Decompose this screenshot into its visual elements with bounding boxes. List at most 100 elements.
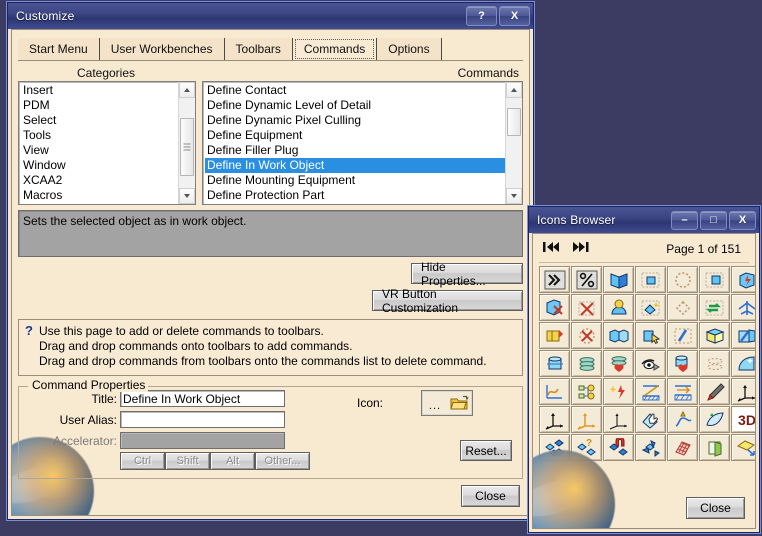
icon-cell[interactable] [635, 406, 666, 433]
shift-button[interactable]: Shift [165, 452, 210, 470]
icon-cell[interactable] [731, 266, 755, 293]
scrollbar-thumb[interactable] [180, 118, 194, 176]
close-button[interactable]: X [729, 210, 756, 230]
scroll-down-arrow[interactable] [179, 188, 195, 204]
icon-cell[interactable] [667, 294, 698, 321]
icon-cell[interactable] [571, 266, 602, 293]
icon-cell[interactable] [699, 378, 730, 405]
user-alias-input[interactable] [120, 411, 285, 428]
list-item-selected[interactable]: Define In Work Object [205, 158, 505, 173]
icon-open-folder-button[interactable] [447, 392, 472, 414]
icon-cell[interactable] [731, 322, 755, 349]
icon-cell[interactable] [539, 322, 570, 349]
icon-cell[interactable] [539, 434, 570, 461]
icon-cell[interactable] [571, 378, 602, 405]
icon-cell[interactable] [699, 294, 730, 321]
icon-cell[interactable] [667, 434, 698, 461]
tab-user-workbenches[interactable]: User Workbenches [99, 38, 225, 60]
list-item[interactable]: Define Contact [205, 83, 505, 98]
icon-cell[interactable]: 3D [731, 406, 755, 433]
tab-options[interactable]: Options [377, 38, 442, 60]
icon-cell[interactable] [603, 434, 634, 461]
ctrl-button[interactable]: Ctrl [120, 452, 165, 470]
icon-cell[interactable] [635, 434, 666, 461]
minimize-button[interactable]: – [671, 210, 698, 230]
tab-commands[interactable]: Commands [292, 38, 378, 60]
icon-cell[interactable] [667, 266, 698, 293]
list-item[interactable]: Select [21, 113, 178, 128]
icon-cell[interactable] [635, 350, 666, 377]
maximize-button[interactable]: □ [700, 210, 727, 230]
icon-cell[interactable] [667, 406, 698, 433]
icon-browse-button[interactable]: ... [423, 392, 448, 414]
list-item[interactable]: Window [21, 158, 178, 173]
icon-cell[interactable] [603, 378, 634, 405]
other-button[interactable]: Other... [255, 452, 310, 470]
icon-cell[interactable] [699, 434, 730, 461]
icon-cell[interactable] [603, 322, 634, 349]
icon-cell[interactable] [539, 350, 570, 377]
first-page-icon[interactable] [543, 240, 560, 258]
icon-cell[interactable] [603, 406, 634, 433]
icon-cell[interactable] [731, 294, 755, 321]
icon-cell[interactable] [635, 378, 666, 405]
list-item[interactable]: Define Mounting Equipment [205, 173, 505, 188]
icon-cell[interactable] [635, 294, 666, 321]
icon-cell[interactable] [731, 378, 755, 405]
list-item[interactable]: Macros [21, 188, 178, 203]
icon-cell[interactable] [571, 294, 602, 321]
list-item[interactable]: XCAA2 [21, 173, 178, 188]
icon-cell[interactable] [635, 322, 666, 349]
list-item[interactable]: Define Dynamic Pixel Culling [205, 113, 505, 128]
icon-cell[interactable] [699, 406, 730, 433]
icons-browser-titlebar[interactable]: Icons Browser – □ X [529, 207, 759, 233]
tab-toolbars[interactable]: Toolbars [224, 38, 293, 60]
tab-start-menu[interactable]: Start Menu [18, 38, 100, 60]
list-item[interactable]: Define Filler Plug [205, 143, 505, 158]
alt-button[interactable]: Alt [210, 452, 255, 470]
categories-scrollbar[interactable] [178, 82, 195, 204]
icon-cell[interactable] [571, 322, 602, 349]
list-item[interactable]: Define Protection Part [205, 188, 505, 203]
icon-cell[interactable] [731, 434, 755, 461]
list-item[interactable]: View [21, 143, 178, 158]
icon-cell[interactable] [603, 294, 634, 321]
icon-cell[interactable] [539, 378, 570, 405]
scroll-up-arrow[interactable] [506, 82, 522, 98]
commands-scrollbar[interactable] [505, 82, 522, 204]
icon-cell[interactable] [539, 266, 570, 293]
icon-cell[interactable] [571, 350, 602, 377]
icon-cell[interactable] [539, 406, 570, 433]
scroll-up-arrow[interactable] [179, 82, 195, 98]
icon-cell[interactable]: ? [571, 434, 602, 461]
list-item[interactable]: PDM [21, 98, 178, 113]
last-page-icon[interactable] [572, 240, 589, 258]
list-item[interactable]: Tools [21, 128, 178, 143]
list-item[interactable]: Define Equipment [205, 128, 505, 143]
list-item[interactable]: Insert [21, 83, 178, 98]
icon-cell[interactable] [603, 266, 634, 293]
icon-cell[interactable] [539, 294, 570, 321]
icon-cell[interactable] [667, 350, 698, 377]
icon-cell[interactable] [571, 406, 602, 433]
icon-cell[interactable] [667, 378, 698, 405]
icon-cell[interactable] [603, 350, 634, 377]
categories-listbox[interactable]: Insert PDM Select Tools View Window XCAA… [18, 81, 196, 205]
icon-cell[interactable] [699, 322, 730, 349]
icon-cell[interactable] [731, 350, 755, 377]
title-input[interactable]: Define In Work Object [120, 390, 285, 407]
scroll-down-arrow[interactable] [506, 188, 522, 204]
commands-listbox[interactable]: Define Contact Define Dynamic Level of D… [202, 81, 523, 205]
list-item[interactable]: Define Dynamic Level of Detail [205, 98, 505, 113]
hide-properties-button[interactable]: Hide Properties... [411, 260, 523, 288]
icon-cell[interactable] [667, 322, 698, 349]
vr-button-customization-button[interactable]: VR Button Customization [372, 287, 523, 315]
reset-button[interactable]: Reset... [460, 440, 512, 461]
help-button[interactable]: ? [466, 6, 497, 26]
close-button-icons-browser[interactable]: Close [686, 497, 745, 519]
icon-cell[interactable] [699, 266, 730, 293]
customize-titlebar[interactable]: Customize ? X [8, 3, 533, 29]
scrollbar-thumb[interactable] [507, 108, 521, 136]
close-button-customize[interactable]: Close [461, 485, 520, 507]
icon-cell[interactable] [635, 266, 666, 293]
